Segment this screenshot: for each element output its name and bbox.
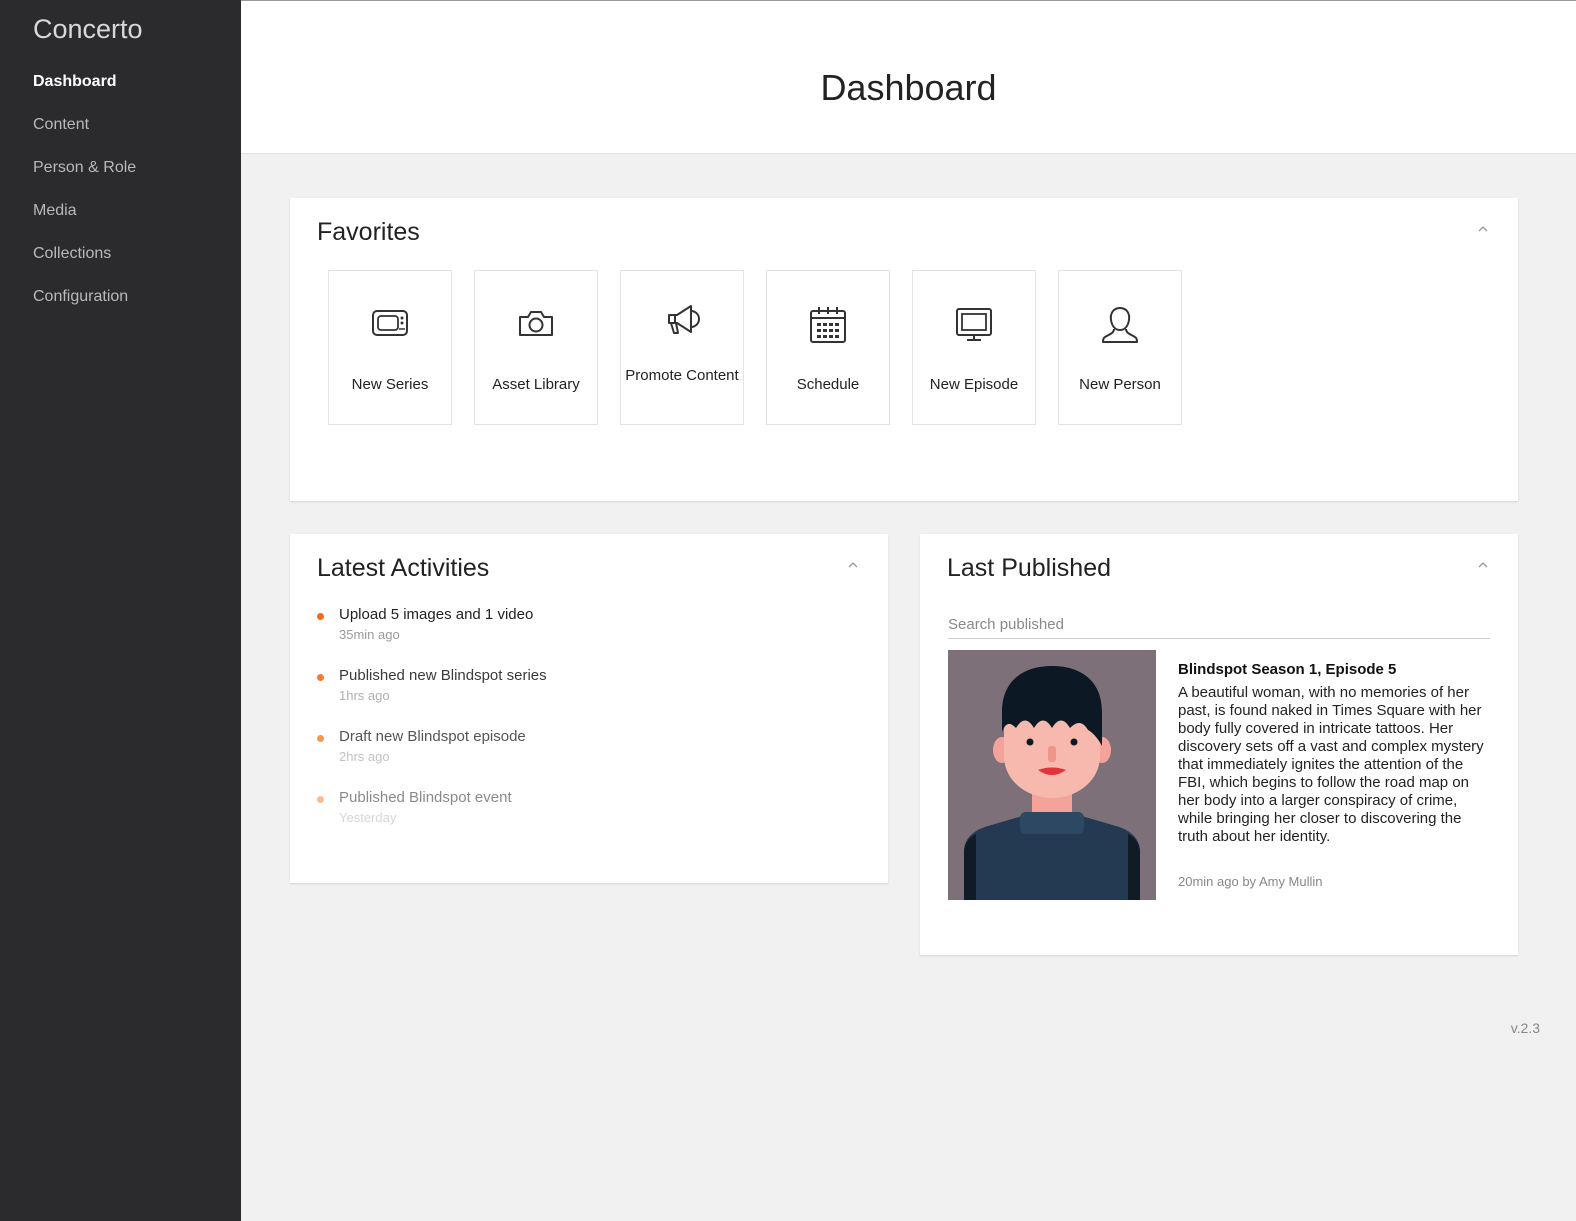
tile-label: Promote Content (625, 367, 739, 384)
tile-label: Schedule (796, 376, 860, 393)
activity-time: 2hrs ago (339, 749, 390, 764)
tile-label: New Episode (929, 376, 1019, 393)
favorite-tile-asset-library[interactable]: Asset Library (474, 270, 598, 425)
tv-icon (329, 305, 451, 349)
status-dot (317, 796, 324, 803)
favorite-tile-new-person[interactable]: New Person (1058, 270, 1182, 425)
episode-thumbnail[interactable] (948, 650, 1156, 900)
activity-text: Draft new Blindspot episode (339, 728, 526, 745)
activity-time: 35min ago (339, 627, 400, 642)
activity-time: 1hrs ago (339, 688, 390, 703)
status-dot (317, 613, 324, 620)
chevron-up-icon (1478, 226, 1488, 232)
activity-time: Yesterday (339, 810, 397, 825)
status-dot (317, 735, 324, 742)
calendar-icon (767, 305, 889, 349)
favorite-tile-new-episode[interactable]: New Episode (912, 270, 1036, 425)
megaphone-icon (621, 299, 743, 343)
sidebar-item-person-role[interactable]: Person & Role (33, 159, 136, 177)
collapse-last-published-button[interactable] (1476, 558, 1490, 572)
activities-title: Latest Activities (317, 554, 490, 582)
favorites-card: Favorites New Series Asset Library Promo… (290, 198, 1518, 501)
chevron-up-icon (1478, 562, 1488, 568)
monitor-icon (913, 305, 1035, 349)
sidebar-item-collections[interactable]: Collections (33, 245, 111, 263)
sidebar-item-media[interactable]: Media (33, 202, 77, 220)
brand-logo[interactable]: Concerto (33, 14, 143, 45)
status-dot (317, 674, 324, 681)
last-published-title: Last Published (947, 554, 1112, 582)
sidebar-item-configuration[interactable]: Configuration (33, 288, 128, 306)
tile-label: New Person (1079, 376, 1161, 393)
search-published-input[interactable] (948, 611, 1490, 639)
favorites-title: Favorites (317, 218, 420, 246)
published-item-title[interactable]: Blindspot Season 1, Episode 5 (1178, 661, 1396, 678)
tile-label: New Series (351, 376, 429, 393)
favorite-tile-new-series[interactable]: New Series (328, 270, 452, 425)
page-title: Dashboard (820, 67, 997, 108)
tile-label: Asset Library (492, 376, 580, 393)
last-published-card: Last Published Search published Blindspo… (920, 534, 1518, 955)
chevron-up-icon (848, 562, 858, 568)
collapse-favorites-button[interactable] (1476, 222, 1490, 236)
sidebar-item-content[interactable]: Content (33, 116, 89, 134)
favorite-tile-promote-content[interactable]: Promote Content (620, 270, 744, 425)
activity-text: Upload 5 images and 1 video (339, 606, 534, 623)
page-header: Dashboard (241, 0, 1576, 154)
published-item-meta: 20min ago by Amy Mullin (1178, 874, 1323, 889)
published-item-description: A beautiful woman, with no memories of h… (1178, 684, 1484, 845)
sidebar: Concerto Dashboard Content Person & Role… (0, 0, 241, 1221)
version-label: v.2.3 (1510, 1020, 1540, 1036)
activity-text: Published Blindspot event (339, 789, 512, 806)
camera-icon (475, 305, 597, 349)
activity-text: Published new Blindspot series (339, 667, 547, 684)
favorite-tile-schedule[interactable]: Schedule (766, 270, 890, 425)
activities-card: Latest Activities Upload 5 images and 1 … (290, 534, 888, 883)
person-icon (1059, 305, 1181, 349)
collapse-activities-button[interactable] (846, 558, 860, 572)
avatar-illustration (948, 650, 1156, 900)
sidebar-item-dashboard[interactable]: Dashboard (33, 73, 117, 91)
